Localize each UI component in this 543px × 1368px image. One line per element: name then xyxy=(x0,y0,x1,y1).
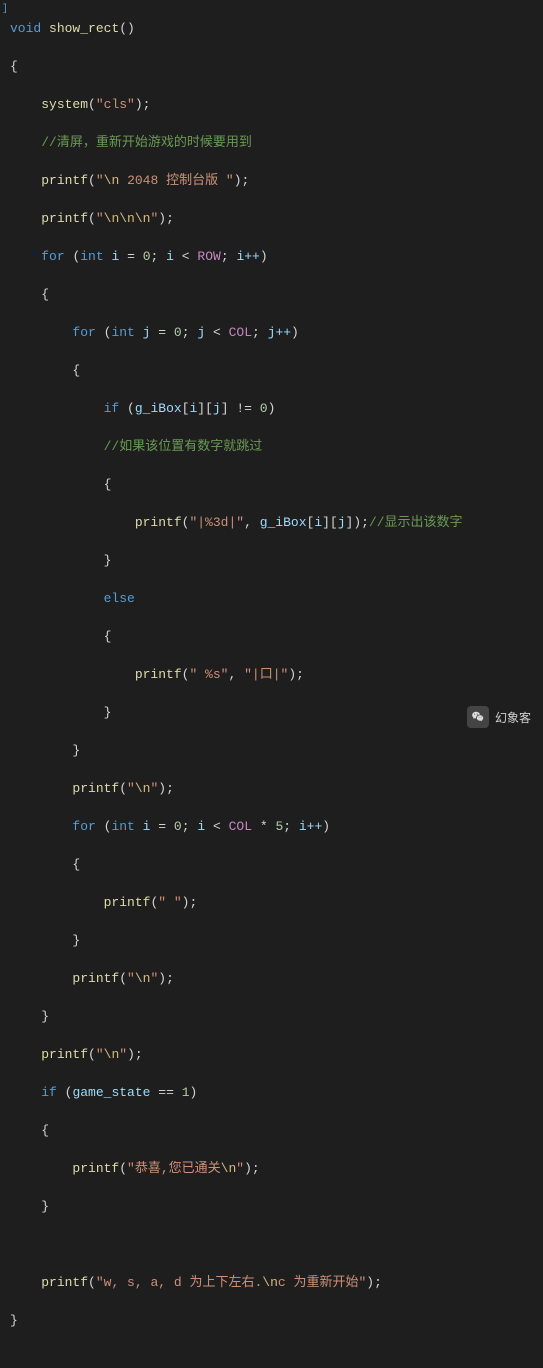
fn-printf: printf xyxy=(104,895,151,910)
code-area[interactable]: void show_rect() { system("cls"); //清屏，重… xyxy=(10,0,543,746)
fn-printf: printf xyxy=(41,173,88,188)
comment-show: //显示出该数字 xyxy=(369,515,463,530)
kw-else: else xyxy=(104,591,135,606)
fn-printf: printf xyxy=(41,1275,88,1290)
fn-printf: printf xyxy=(135,515,182,530)
fn-printf: printf xyxy=(135,667,182,682)
kw-for: for xyxy=(72,325,95,340)
macro-col: COL xyxy=(229,325,252,340)
fn-show-rect: show_rect xyxy=(49,21,119,36)
fn-printf: printf xyxy=(41,1047,88,1062)
kw-for: for xyxy=(72,819,95,834)
fn-printf: printf xyxy=(41,211,88,226)
kw-for: for xyxy=(41,249,64,264)
kw-if: if xyxy=(104,401,120,416)
fn-printf: printf xyxy=(72,781,119,796)
comment-clear: //清屏，重新开始游戏的时候要用到 xyxy=(41,135,252,150)
fn-system: system xyxy=(41,97,88,112)
fn-printf: printf xyxy=(72,1161,119,1176)
code-editor: ] void show_rect() { system("cls"); //清屏… xyxy=(0,0,543,746)
watermark: 幻象客 xyxy=(467,706,531,728)
gutter: ] xyxy=(0,0,10,746)
macro-row: ROW xyxy=(197,249,220,264)
gutter-bracket: ] xyxy=(0,0,10,19)
kw-if: if xyxy=(41,1085,57,1100)
watermark-text: 幻象客 xyxy=(495,709,531,726)
comment-skip: //如果该位置有数字就跳过 xyxy=(104,439,263,454)
fn-printf: printf xyxy=(72,971,119,986)
wechat-icon xyxy=(467,706,489,728)
str-cls: "cls" xyxy=(96,97,135,112)
keyword-void: void xyxy=(10,21,41,36)
